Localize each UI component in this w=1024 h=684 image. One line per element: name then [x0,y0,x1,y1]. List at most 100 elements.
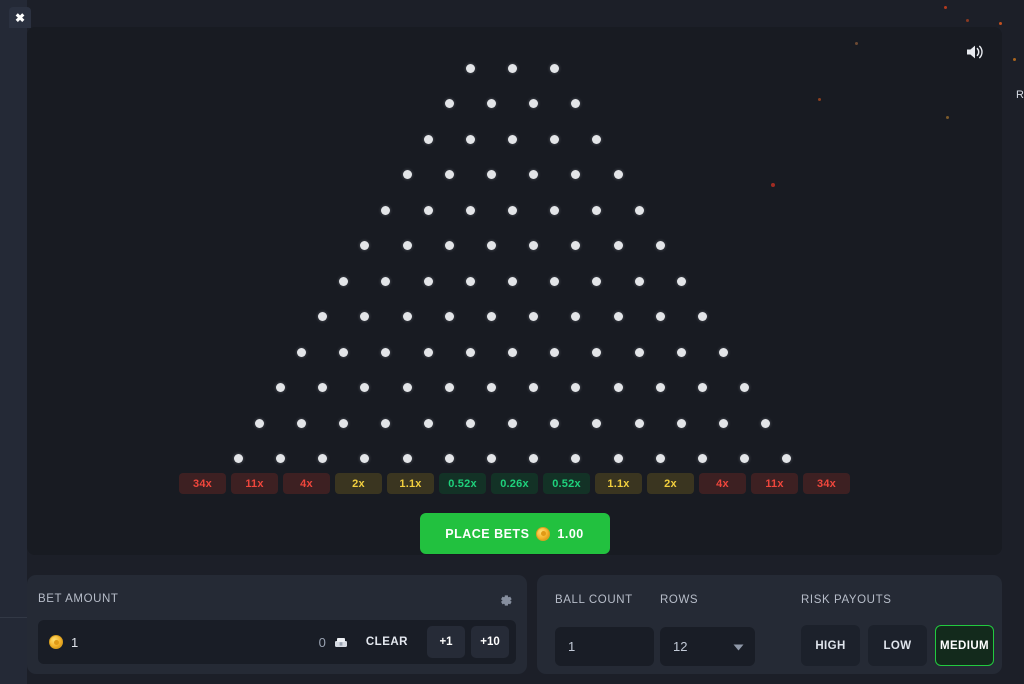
peg [465,418,475,428]
peg [444,170,454,179]
peg [444,312,454,321]
multiplier-chip: 11x [231,473,278,494]
ball-count-label: BALL COUNT [555,594,633,606]
peg [360,312,370,321]
background-spark [999,22,1002,25]
peg [634,276,644,286]
peg [486,241,496,250]
peg [318,383,328,392]
increment-one-button[interactable]: +1 [427,626,465,658]
background-spark [818,98,821,101]
peg [423,205,433,215]
peg [423,347,433,357]
peg [360,454,370,463]
peg [697,383,707,392]
peg [465,276,475,286]
risk-button-high[interactable]: HIGH [801,625,860,666]
ball-count-input[interactable] [555,627,654,666]
multiplier-chip: 1.1x [387,473,434,494]
bet-amount-input-bar[interactable]: 1 0 CLEAR +1 +10 [38,620,516,664]
peg [339,276,349,286]
peg [529,383,539,392]
peg [655,312,665,321]
multiplier-chip: 34x [179,473,226,494]
peg [529,312,539,321]
peg [592,347,602,357]
game-settings-panel: BALL COUNT ROWS RISK PAYOUTS 12 HIGHLOWM… [537,575,1002,674]
multiplier-chip: 0.52x [439,473,486,494]
background-spark [966,19,969,22]
rail-divider [0,617,27,618]
peg [465,63,475,73]
peg [655,241,665,250]
peg [465,134,475,144]
place-bets-label: PLACE BETS [445,526,530,541]
peg [613,454,623,463]
peg [402,241,412,250]
peg [613,170,623,179]
peg [402,170,412,179]
bet-amount-label: BET AMOUNT [38,593,119,605]
risk-payouts-group: HIGH LOW MEDIUM [801,625,994,666]
peg [444,99,454,108]
gear-icon[interactable] [497,592,514,609]
peg [571,241,581,250]
peg [782,454,792,463]
peg [402,312,412,321]
speaker-on-icon[interactable] [962,39,988,65]
left-rail [0,0,27,684]
place-bets-amount: 1.00 [557,526,584,541]
risk-button-medium[interactable]: MEDIUM [935,625,994,666]
bet-amount-value[interactable]: 1 [71,635,319,650]
peg [550,63,560,73]
peg [592,205,602,215]
peg [360,241,370,250]
game-board: 34x 11x 4x 2x 1.1x 0.52x 0.26x 0.52x 1.1x 2x 4x 11x… [27,27,1002,555]
peg [571,454,581,463]
clear-bet-button[interactable]: CLEAR [366,636,408,648]
peg [676,276,686,286]
background-spark [944,6,947,9]
rows-select[interactable]: 12 [660,627,755,666]
peg [550,134,560,144]
peg [550,205,560,215]
multiplier-chip: 0.52x [543,473,590,494]
peg [508,205,517,215]
peg [508,347,517,357]
chevron-down-icon [733,638,744,656]
peg [339,418,349,428]
offscreen-panel-sliver: R [1016,89,1024,101]
bet-amount-panel: BET AMOUNT 1 0 CLEAR +1 +10 [27,575,527,674]
peg [550,276,560,286]
peg [634,205,644,215]
peg [697,312,707,321]
peg [634,347,644,357]
peg [719,418,728,428]
peg [423,276,433,286]
peg [381,347,391,357]
peg [571,383,581,392]
multiplier-chip: 0.26x [491,473,538,494]
peg [529,170,539,179]
peg [402,454,412,463]
peg [740,383,750,392]
place-bets-button[interactable]: PLACE BETS 1.00 [419,513,610,554]
rows-label: ROWS [660,594,699,606]
peg [613,312,623,321]
peg [529,454,539,463]
peg [233,454,243,463]
peg [318,454,328,463]
increment-ten-button[interactable]: +10 [471,626,509,658]
close-button[interactable]: ✖ [9,7,31,28]
multiplier-chip: 1.1x [595,473,642,494]
risk-button-low[interactable]: LOW [868,625,927,666]
peg [529,99,539,108]
background-spark [771,183,775,187]
background-spark [855,42,858,45]
multiplier-chip: 2x [335,473,382,494]
peg [297,418,306,428]
multiplier-row: 34x 11x 4x 2x 1.1x 0.52x 0.26x 0.52x 1.1x 2x 4x 11x… [27,473,1002,494]
peg [444,241,454,250]
peg [508,134,517,144]
peg [613,241,623,250]
